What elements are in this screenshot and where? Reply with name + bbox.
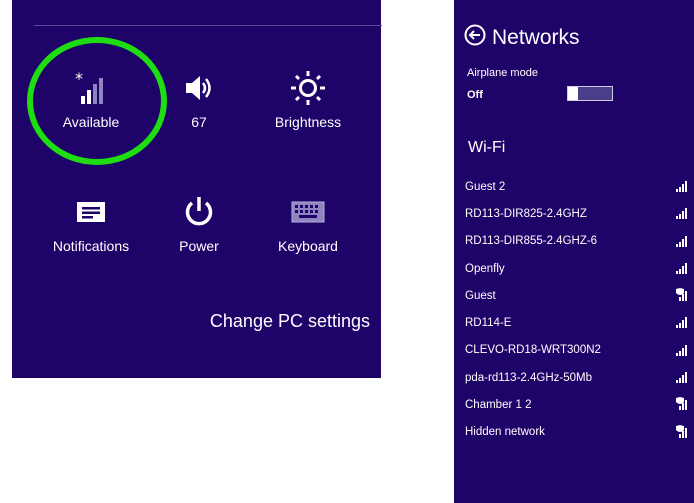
network-tile[interactable]: * Available bbox=[31, 66, 151, 130]
signal-strength-icon bbox=[675, 343, 689, 362]
notifications-tile[interactable]: Notifications bbox=[31, 190, 151, 254]
keyboard-label: Keyboard bbox=[278, 238, 338, 254]
svg-text:*: * bbox=[75, 70, 83, 88]
network-list: Guest 2 RD113-DIR825-2.4GHZ RD113-DIR855… bbox=[454, 173, 694, 446]
network-name: pda-rd113-2.4GHz-50Mb bbox=[465, 371, 592, 384]
network-item[interactable]: Openfly bbox=[454, 255, 694, 282]
network-item[interactable]: CLEVO-RD18-WRT300N2 bbox=[454, 337, 694, 364]
networks-title: Networks bbox=[492, 25, 580, 49]
network-name: Guest bbox=[465, 289, 496, 302]
signal-strength-icon bbox=[675, 261, 689, 280]
brightness-tile[interactable]: Brightness bbox=[248, 66, 368, 130]
wifi-heading: Wi-Fi bbox=[468, 139, 506, 156]
network-item[interactable]: RD114-E bbox=[454, 309, 694, 336]
notifications-label: Notifications bbox=[52, 238, 130, 254]
volume-tile[interactable]: 67 bbox=[139, 66, 259, 130]
airplane-mode-toggle[interactable] bbox=[567, 86, 613, 101]
network-name: CLEVO-RD18-WRT300N2 bbox=[465, 344, 601, 357]
airplane-mode-label: Airplane mode bbox=[467, 67, 538, 79]
signal-strength-icon bbox=[675, 206, 689, 225]
notifications-icon bbox=[31, 190, 151, 234]
secured-signal-icon bbox=[675, 424, 689, 444]
change-pc-settings-link[interactable]: Change PC settings bbox=[210, 311, 370, 332]
network-item[interactable]: RD113-DIR825-2.4GHZ bbox=[454, 200, 694, 227]
airplane-mode-state: Off bbox=[467, 89, 483, 101]
network-name: RD113-DIR825-2.4GHZ bbox=[465, 207, 587, 220]
power-icon bbox=[139, 190, 259, 234]
brightness-icon bbox=[248, 66, 368, 110]
signal-strength-icon bbox=[675, 315, 689, 334]
toggle-knob bbox=[568, 87, 578, 100]
network-item[interactable]: Hidden network bbox=[454, 419, 694, 446]
networks-header: Networks bbox=[464, 24, 580, 51]
network-item[interactable]: Chamber 1 2 bbox=[454, 391, 694, 418]
secured-signal-icon bbox=[675, 288, 689, 307]
networks-panel: Networks Airplane mode Off Wi-Fi Guest 2… bbox=[454, 0, 694, 503]
volume-label: 67 bbox=[191, 114, 207, 130]
keyboard-icon bbox=[248, 190, 368, 234]
settings-panel: * Available 67 Brightness Notifications … bbox=[12, 0, 382, 378]
network-label: Available bbox=[62, 114, 120, 130]
signal-strength-icon bbox=[675, 179, 689, 198]
network-name: RD113-DIR855-2.4GHZ-6 bbox=[465, 235, 598, 248]
power-label: Power bbox=[179, 238, 219, 254]
brightness-label: Brightness bbox=[274, 114, 342, 130]
divider bbox=[34, 25, 382, 26]
network-item[interactable]: pda-rd113-2.4GHz-50Mb bbox=[454, 364, 694, 391]
network-name: Openfly bbox=[465, 262, 505, 275]
network-item[interactable]: Guest 2 bbox=[454, 173, 694, 200]
back-arrow-icon[interactable] bbox=[464, 24, 486, 51]
network-name: RD114-E bbox=[465, 317, 512, 330]
network-item[interactable]: Guest bbox=[454, 282, 694, 309]
volume-icon bbox=[139, 66, 259, 110]
network-name: Hidden network bbox=[465, 426, 545, 439]
secured-signal-icon bbox=[675, 397, 689, 416]
signal-strength-icon bbox=[675, 370, 689, 389]
wifi-signal-icon: * bbox=[31, 66, 151, 110]
network-name: Guest 2 bbox=[465, 180, 506, 193]
power-tile[interactable]: Power bbox=[139, 190, 259, 254]
network-name: Chamber 1 2 bbox=[465, 399, 532, 412]
keyboard-tile[interactable]: Keyboard bbox=[248, 190, 368, 254]
signal-strength-icon bbox=[675, 234, 689, 253]
network-item[interactable]: RD113-DIR855-2.4GHZ-6 bbox=[454, 228, 694, 255]
